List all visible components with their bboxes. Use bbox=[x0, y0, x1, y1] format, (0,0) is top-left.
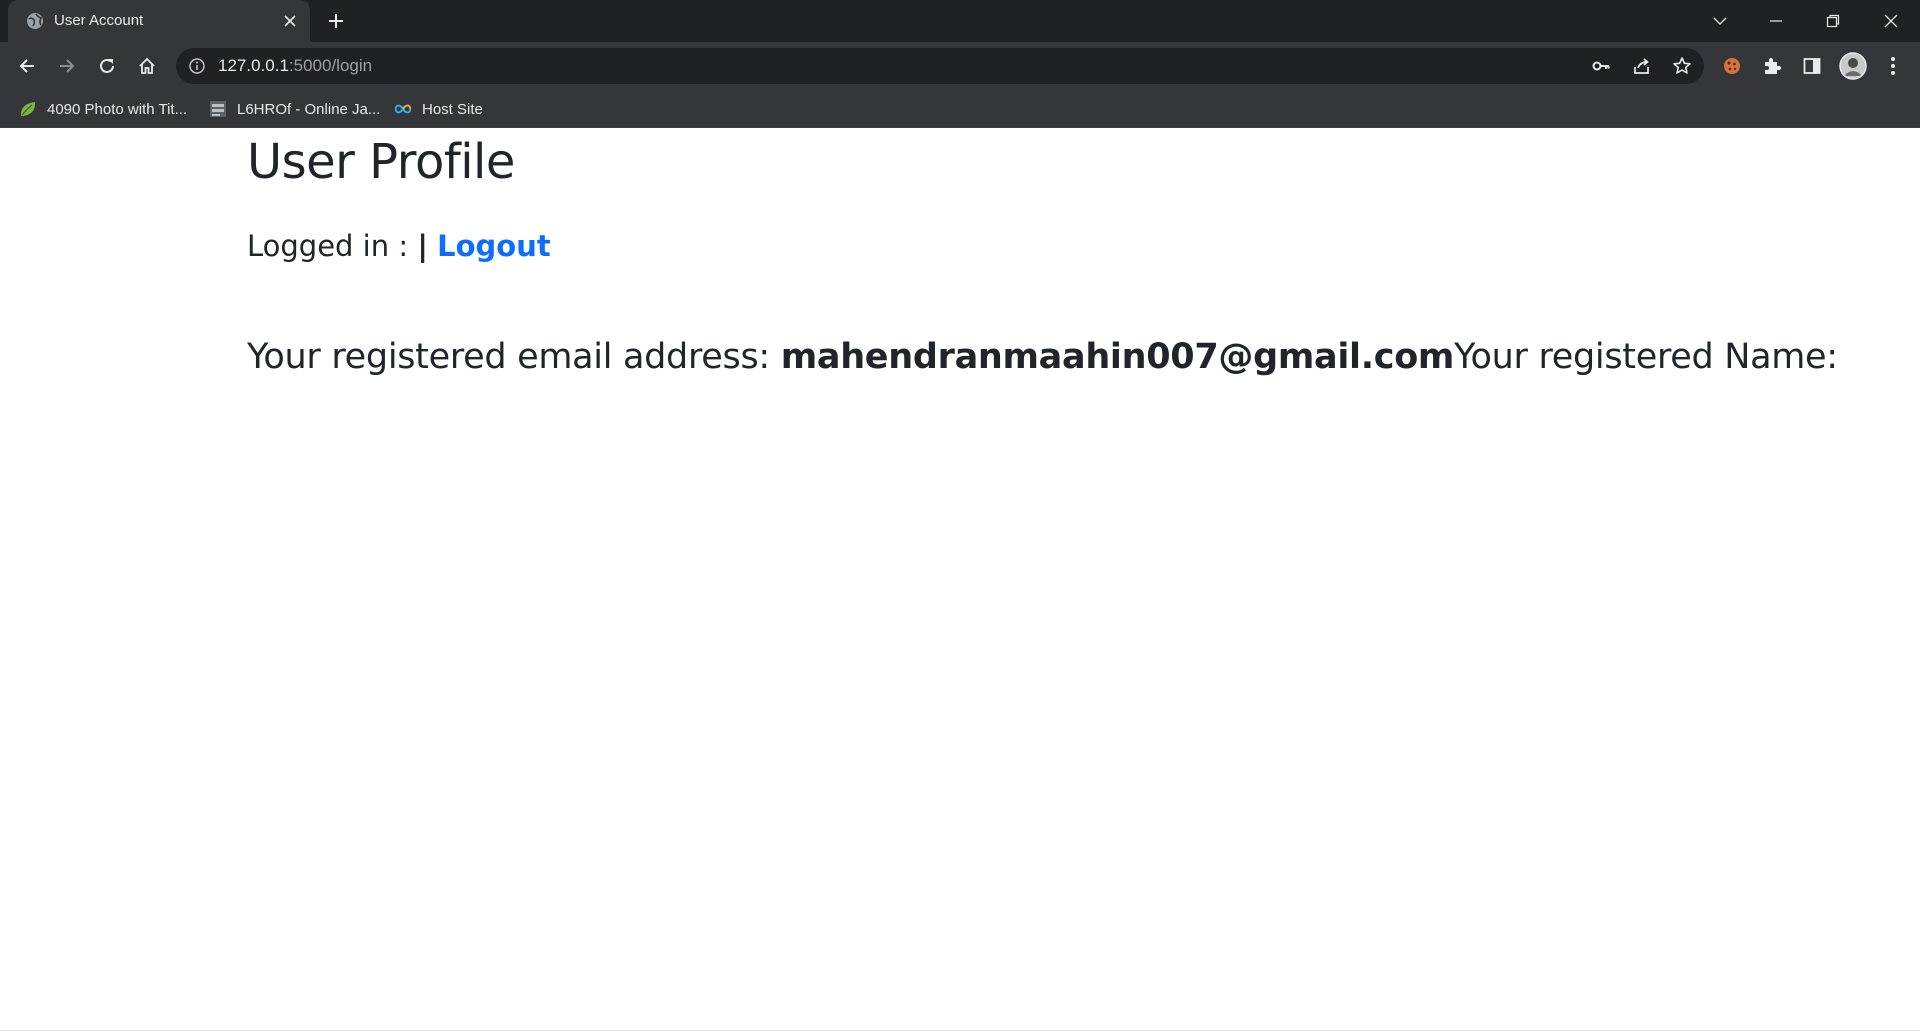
window-close-icon[interactable] bbox=[1876, 6, 1906, 36]
logout-link[interactable]: Logout bbox=[437, 229, 551, 263]
logged-in-label: Logged in : bbox=[247, 229, 418, 263]
tab-title: User Account bbox=[54, 12, 144, 29]
bookmark-4090-photo[interactable]: 4090 Photo with Tit... bbox=[18, 98, 187, 120]
tab-search-chevron-icon[interactable] bbox=[1705, 6, 1735, 36]
side-panel-icon[interactable] bbox=[1797, 51, 1827, 81]
url-text: 127.0.0.1:5000/login bbox=[218, 56, 372, 76]
minimize-icon[interactable] bbox=[1761, 6, 1791, 36]
tab-strip: User Account bbox=[0, 0, 1920, 42]
browser-toolbar: 127.0.0.1:5000/login bbox=[0, 42, 1920, 90]
bookmark-star-icon[interactable] bbox=[1671, 55, 1693, 77]
page-title: User Profile bbox=[247, 134, 515, 190]
separator: | bbox=[417, 229, 428, 263]
url-path: :5000/login bbox=[288, 56, 373, 75]
cookie-extension-icon[interactable] bbox=[1717, 51, 1747, 81]
site-info-icon[interactable] bbox=[188, 57, 206, 75]
url-host: 127.0.0.1 bbox=[218, 56, 289, 75]
bookmark-l6hrof[interactable]: L6HROf - Online Ja... bbox=[208, 98, 380, 120]
bookmark-label: 4090 Photo with Tit... bbox=[47, 100, 188, 118]
bookmark-host-site[interactable]: Host Site bbox=[393, 98, 483, 120]
registration-info: Your registered email address: mahendran… bbox=[247, 334, 1838, 380]
bookmark-label: Host Site bbox=[422, 100, 483, 118]
forward-arrow-icon[interactable] bbox=[52, 51, 82, 81]
address-bar[interactable]: 127.0.0.1:5000/login bbox=[176, 48, 1704, 84]
restore-icon[interactable] bbox=[1818, 6, 1848, 36]
globe-icon bbox=[26, 12, 44, 30]
bookmarks-bar: 4090 Photo with Tit... L6HROf - Online J… bbox=[0, 90, 1920, 128]
browser-chrome: User Account 127.0.0.1:5000/login 4090 P… bbox=[0, 0, 1920, 128]
tab-user-account[interactable]: User Account bbox=[8, 0, 310, 42]
infinity-icon bbox=[393, 99, 413, 119]
email-value: mahendranmaahin007@gmail.com bbox=[780, 337, 1455, 377]
name-label: Your registered Name: bbox=[1454, 337, 1838, 377]
key-icon[interactable] bbox=[1590, 55, 1612, 77]
bookmark-label: L6HROf - Online Ja... bbox=[237, 100, 381, 118]
home-icon[interactable] bbox=[132, 51, 162, 81]
reload-icon[interactable] bbox=[92, 51, 122, 81]
extensions-puzzle-icon[interactable] bbox=[1757, 51, 1787, 81]
close-icon[interactable] bbox=[280, 11, 300, 31]
jdoodle-icon bbox=[208, 99, 228, 119]
share-icon[interactable] bbox=[1631, 55, 1653, 77]
page-content: User Profile Logged in : | Logout Your r… bbox=[0, 128, 1920, 1031]
kebab-menu-icon[interactable] bbox=[1878, 51, 1908, 81]
new-tab-plus-icon[interactable] bbox=[324, 9, 348, 33]
back-arrow-icon[interactable] bbox=[12, 51, 42, 81]
profile-avatar[interactable] bbox=[1838, 51, 1868, 81]
leaf-icon bbox=[18, 99, 38, 119]
email-label: Your registered email address: bbox=[247, 337, 781, 377]
login-status-line: Logged in : | Logout bbox=[247, 226, 551, 266]
